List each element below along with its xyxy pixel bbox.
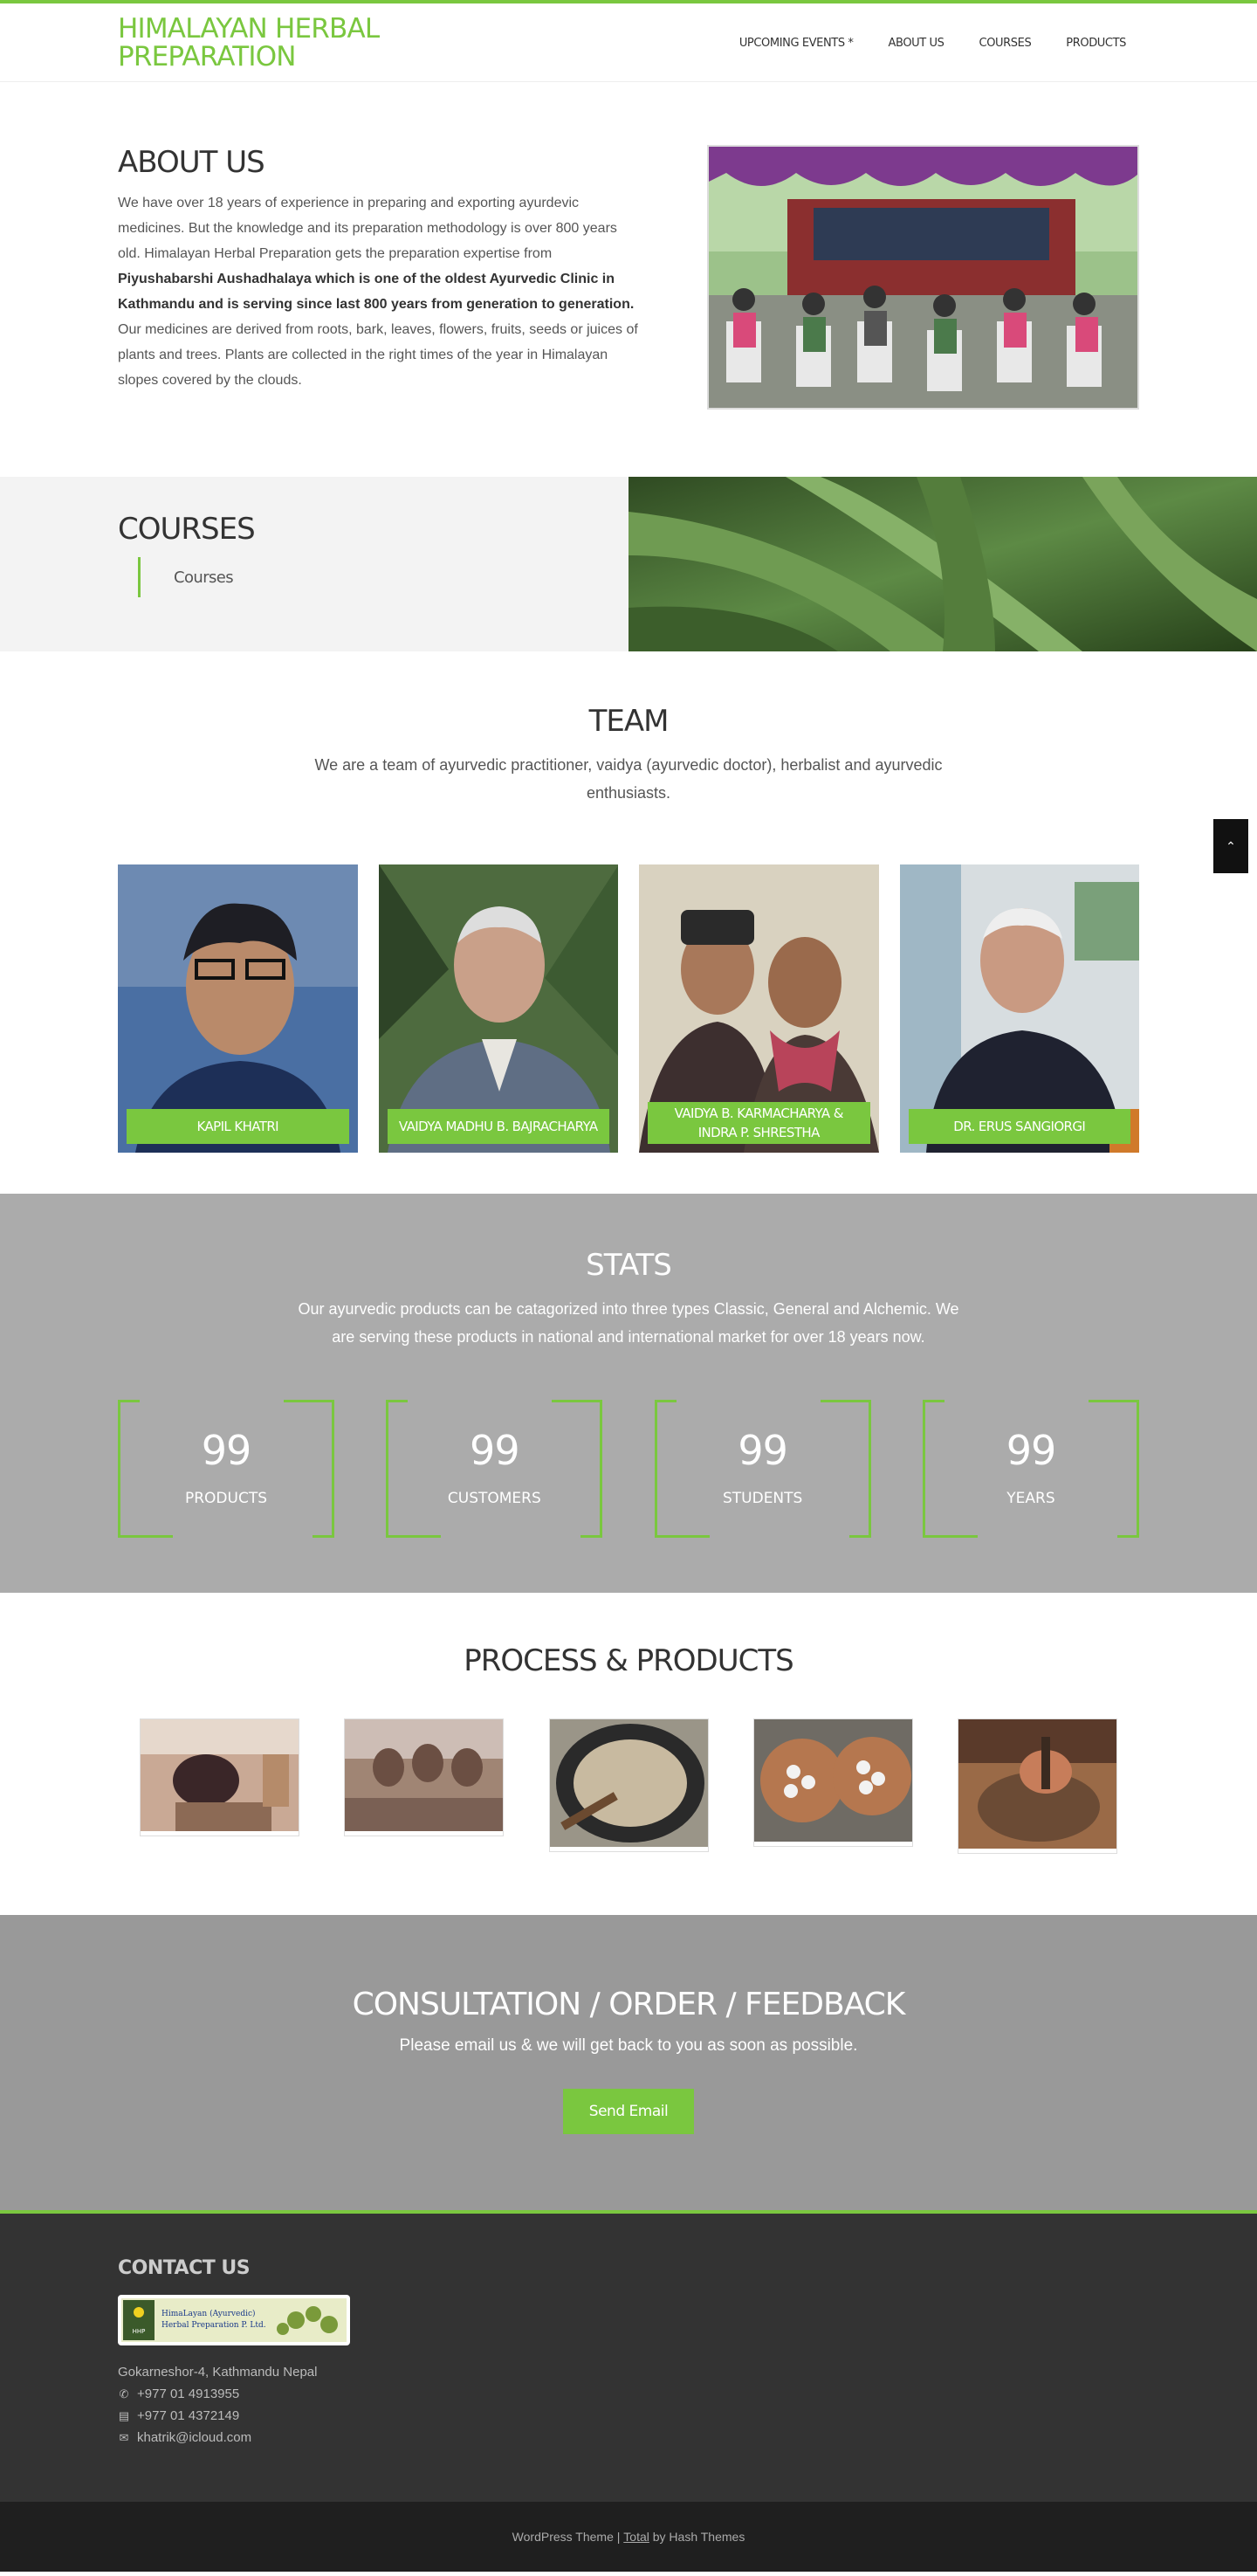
stat-value: 99 <box>738 1427 788 1474</box>
site-logo[interactable]: HIMALAYAN HERBAL PREPARATION <box>118 15 397 71</box>
member-name: DR. ERUS SANGIORGI <box>908 1109 1130 1144</box>
process-section: PROCESS & PRODUCTS <box>0 1593 1257 1915</box>
cta-text: Please email us & we will get back to yo… <box>399 2036 858 2055</box>
credit-text-1: WordPress Theme | <box>512 2530 621 2544</box>
footer-phone: ✆ +977 01 4913955 <box>118 2383 1139 2405</box>
stat-label: CUSTOMERS <box>447 1490 541 1507</box>
stat-label: YEARS <box>1006 1490 1055 1507</box>
courses-aloe-image <box>628 477 1257 651</box>
stat-value: 99 <box>201 1427 252 1474</box>
stat-counter: 99 CUSTOMERS <box>386 1400 603 1538</box>
process-image[interactable] <box>548 1718 709 1852</box>
team-title: TEAM <box>588 704 670 739</box>
about-title: ABOUT US <box>118 145 265 180</box>
courses-panel: COURSES Courses <box>0 477 628 651</box>
cta-title: CONSULTATION / ORDER / FEEDBACK <box>352 1987 906 2022</box>
team-member-card[interactable]: VAIDYA B. KARMACHARYA & INDRA P. SHRESTH… <box>639 864 879 1153</box>
site-footer: CONTACT US HHP HimaLayan (Ayurvedic) Her… <box>0 2214 1257 2502</box>
team-section: TEAM We are a team of ayurvedic practiti… <box>0 651 1257 1194</box>
footer-logo-text-2: Herbal Preparation P. Ltd. <box>161 2321 266 2330</box>
stat-value: 99 <box>1006 1427 1057 1474</box>
about-paragraph: We have over 18 years of experience in p… <box>118 190 642 393</box>
stats-title: STATS <box>586 1248 672 1283</box>
member-name: VAIDYA MADHU B. BAJRACHARYA <box>387 1109 609 1144</box>
nav-upcoming-events[interactable]: UPCOMING EVENTS * <box>739 37 854 50</box>
site-header: HIMALAYAN HERBAL PREPARATION UPCOMING EV… <box>0 0 1257 82</box>
send-email-button[interactable]: Send Email <box>562 2089 695 2134</box>
process-image[interactable] <box>958 1718 1117 1854</box>
chevron-up-icon: ⌃ <box>1226 838 1236 853</box>
email-link[interactable]: khatrik@icloud.com <box>137 2427 251 2449</box>
footer-logo: HHP HimaLayan (Ayurvedic) Herbal Prepara… <box>118 2295 350 2345</box>
stat-counter: 99 YEARS <box>922 1400 1139 1538</box>
fax-text: +977 01 4372149 <box>137 2408 240 2423</box>
phone-icon: ✆ <box>119 2387 129 2400</box>
team-subtitle: We are a team of ayurvedic practitioner,… <box>314 756 943 802</box>
footer-fax: ▤ +977 01 4372149 <box>118 2405 1139 2427</box>
process-image[interactable] <box>140 1718 299 1836</box>
cta-section: CONSULTATION / ORDER / FEEDBACK Please e… <box>0 1915 1257 2214</box>
envelope-icon: ✉ <box>119 2431 129 2444</box>
process-gallery <box>118 1718 1139 1854</box>
team-grid: KAPIL KHATRI VAIDYA MADHU B. BAJRACHARYA <box>118 864 1139 1153</box>
main-nav: UPCOMING EVENTS * ABOUT US COURSES PRODU… <box>739 37 1127 50</box>
about-text-part-1: We have over 18 years of experience in p… <box>118 196 617 261</box>
process-image[interactable] <box>752 1718 913 1847</box>
credit-text-2: by Hash Themes <box>652 2530 745 2544</box>
bottom-bar: WordPress Theme | Total by Hash Themes <box>0 2502 1257 2572</box>
stat-counter: 99 STUDENTS <box>654 1400 871 1538</box>
about-image <box>707 145 1139 410</box>
process-title: PROCESS & PRODUCTS <box>464 1643 793 1678</box>
about-text-bold: Piyushabarshi Aushadhalaya which is one … <box>118 272 635 312</box>
svg-text:HHP: HHP <box>133 2328 146 2335</box>
stats-counters: 99 PRODUCTS 99 CUSTOMERS 99 STUDENTS 99 … <box>118 1400 1139 1538</box>
member-name: VAIDYA B. KARMACHARYA & INDRA P. SHRESTH… <box>648 1102 870 1144</box>
nav-products[interactable]: PRODUCTS <box>1066 37 1126 50</box>
team-member-card[interactable]: VAIDYA MADHU B. BAJRACHARYA <box>378 864 618 1153</box>
member-name: KAPIL KHATRI <box>127 1109 349 1144</box>
stat-value: 99 <box>470 1427 520 1474</box>
stat-label: STUDENTS <box>722 1490 803 1507</box>
nav-courses[interactable]: COURSES <box>979 37 1032 50</box>
team-member-card[interactable]: KAPIL KHATRI <box>118 864 358 1153</box>
team-member-card[interactable]: DR. ERUS SANGIORGI <box>899 864 1139 1153</box>
process-image[interactable] <box>344 1718 505 1836</box>
address-text: Gokarneshor-4, Kathmandu Nepal <box>118 2365 318 2380</box>
footer-logo-text-1: HimaLayan (Ayurvedic) <box>161 2309 256 2318</box>
about-section: ABOUT US We have over 18 years of experi… <box>0 82 1257 477</box>
stat-label: PRODUCTS <box>184 1490 268 1507</box>
course-list-item[interactable]: Courses <box>138 557 628 597</box>
stat-counter: 99 PRODUCTS <box>118 1400 334 1538</box>
about-text-block: ABOUT US We have over 18 years of experi… <box>118 145 642 410</box>
stats-subtitle: Our ayurvedic products can be catagorize… <box>298 1300 959 1346</box>
fax-icon: ▤ <box>118 2409 130 2422</box>
theme-link[interactable]: Total <box>623 2530 649 2544</box>
courses-section: COURSES Courses <box>0 477 1257 651</box>
scroll-to-top-button[interactable]: ⌃ <box>1213 819 1248 873</box>
footer-address: Gokarneshor-4, Kathmandu Nepal <box>118 2361 1139 2383</box>
courses-title: COURSES <box>118 512 256 547</box>
footer-email: ✉ khatrik@icloud.com <box>118 2427 1139 2449</box>
nav-about-us[interactable]: ABOUT US <box>889 37 944 50</box>
footer-title: CONTACT US <box>118 2257 251 2279</box>
about-text-part-2: Our medicines are derived from roots, ba… <box>118 322 638 388</box>
stats-section: STATS Our ayurvedic products can be cata… <box>0 1194 1257 1593</box>
phone-text: +977 01 4913955 <box>137 2387 240 2401</box>
